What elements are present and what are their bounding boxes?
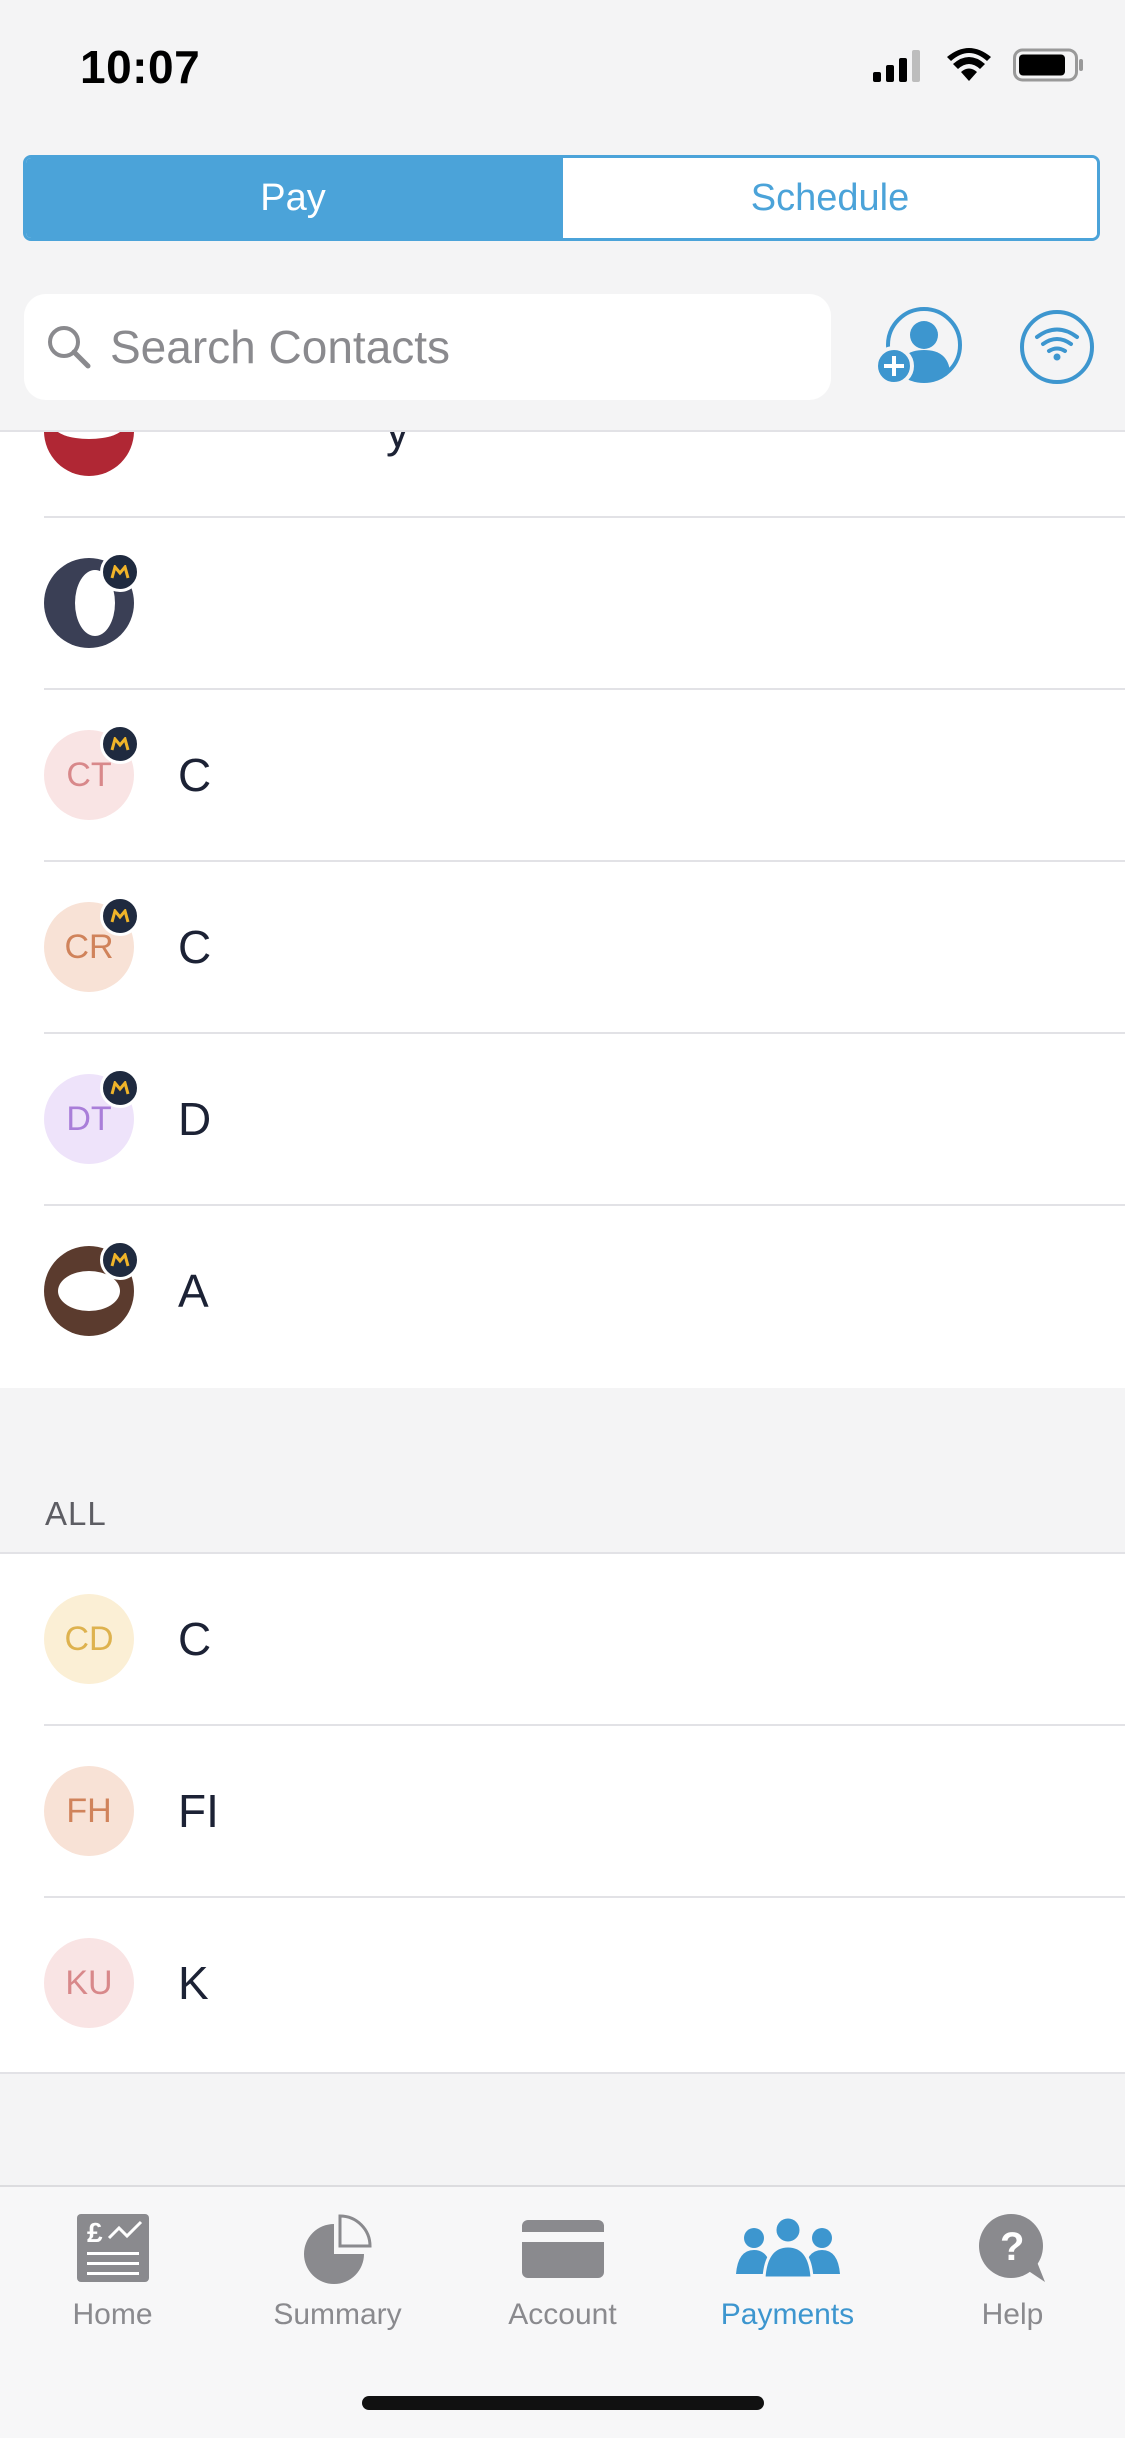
avatar-initials: KU	[65, 1963, 113, 2002]
contact-row[interactable]: A	[0, 1206, 1125, 1378]
tab-home[interactable]: £ Home	[0, 2212, 225, 2332]
pie-chart-icon	[303, 2214, 372, 2284]
contact-name: D	[178, 1093, 212, 1145]
contact-name: K	[178, 1957, 209, 2009]
section-spacer	[0, 1388, 1125, 1552]
contact-row[interactable]: CD C	[0, 1554, 1125, 1726]
contact-row[interactable]: y	[0, 430, 1125, 518]
people-group-icon	[735, 2215, 840, 2280]
contact-avatar	[44, 552, 140, 648]
contact-name: A	[178, 1265, 209, 1317]
recent-contacts-list: y CT C CR C DT D A	[0, 430, 1125, 1388]
help-bubble-icon: ?	[978, 2214, 1045, 2282]
cellular-signal-icon	[873, 48, 925, 87]
contact-avatar: KU	[44, 1938, 134, 2028]
contact-avatar: CD	[44, 1594, 134, 1684]
all-contacts-list: CD C FH FI KU K	[0, 1552, 1125, 2074]
contact-name: y	[386, 430, 409, 457]
tab-home-label: Home	[72, 2298, 153, 2331]
status-bar: 10:07	[0, 0, 1125, 140]
contact-name: C	[178, 921, 212, 973]
search-contacts-field[interactable]: Search Contacts	[24, 294, 831, 400]
contact-row[interactable]: CT C	[0, 690, 1125, 862]
contact-row[interactable]: CR C	[0, 862, 1125, 1034]
contact-name: C	[178, 749, 212, 801]
tab-account-label: Account	[508, 2298, 617, 2331]
contact-row[interactable]: DT D	[0, 1034, 1125, 1206]
member-badge-icon	[100, 724, 140, 764]
contact-row[interactable]: KU K	[0, 1898, 1125, 2070]
add-person-icon	[874, 307, 962, 386]
contact-avatar: CR	[44, 896, 140, 992]
svg-text:?: ?	[1000, 2225, 1024, 2269]
contact-row[interactable]	[0, 518, 1125, 690]
search-placeholder: Search Contacts	[110, 321, 451, 373]
contact-name: C	[178, 1613, 212, 1665]
contact-avatar	[44, 432, 134, 476]
card-icon	[521, 2220, 604, 2278]
pay-schedule-segmented-control: Pay Schedule	[23, 155, 1100, 241]
avatar-initials: CR	[64, 927, 114, 966]
member-badge-icon	[100, 552, 140, 592]
section-header-all: ALL	[45, 1495, 107, 1532]
home-ledger-icon: £	[76, 2214, 149, 2282]
contact-avatar: CT	[44, 724, 140, 820]
avatar-initials: DT	[66, 1099, 112, 1138]
battery-icon	[1013, 47, 1085, 88]
contact-avatar: FH	[44, 1766, 134, 1856]
tab-help[interactable]: ? Help	[900, 2212, 1125, 2332]
avatar-initials: CD	[64, 1619, 114, 1658]
avatar-initials: CT	[66, 755, 112, 794]
tab-summary[interactable]: Summary	[225, 2212, 450, 2332]
avatar-initials: FH	[66, 1791, 112, 1830]
svg-text:£: £	[87, 2217, 103, 2248]
tab-payments[interactable]: Payments	[675, 2212, 900, 2332]
contactless-icon	[1020, 310, 1094, 384]
contact-row[interactable]: FH FI	[0, 1726, 1125, 1898]
contact-avatar: DT	[44, 1068, 140, 1164]
contact-name: FI	[178, 1785, 219, 1837]
tab-help-label: Help	[981, 2298, 1044, 2331]
status-icons	[873, 42, 1085, 92]
home-indicator[interactable]	[362, 2396, 764, 2410]
search-icon	[48, 326, 91, 369]
tab-payments-label: Payments	[720, 2298, 855, 2331]
tab-schedule[interactable]: Schedule	[560, 158, 1097, 238]
member-badge-icon	[100, 896, 140, 936]
tab-summary-label: Summary	[273, 2298, 402, 2331]
tab-account[interactable]: Account	[450, 2212, 675, 2332]
add-contact-button[interactable]	[874, 306, 970, 388]
member-badge-icon	[100, 1068, 140, 1108]
contact-avatar	[44, 1240, 140, 1336]
member-badge-icon	[100, 1240, 140, 1280]
wifi-icon	[947, 47, 991, 87]
tab-pay[interactable]: Pay	[26, 158, 560, 238]
status-time: 10:07	[80, 41, 201, 93]
contactless-pay-button[interactable]	[1018, 308, 1096, 386]
